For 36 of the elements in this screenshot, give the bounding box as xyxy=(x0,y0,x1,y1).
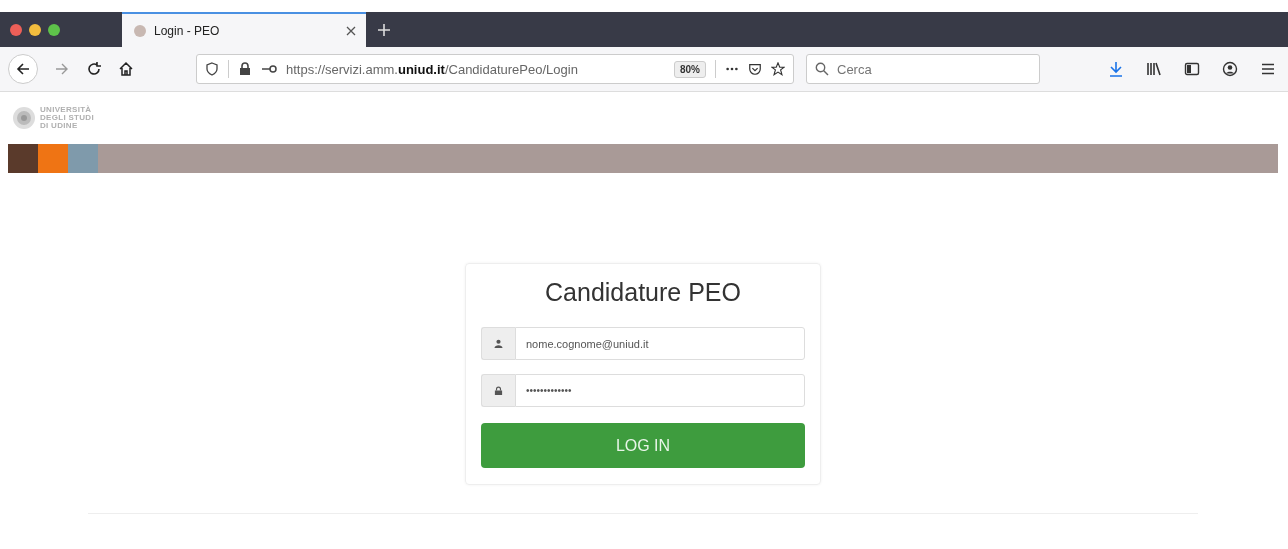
login-title: Candidature PEO xyxy=(544,278,742,307)
search-field[interactable]: Cerca xyxy=(835,60,1031,78)
url-text: https://servizi.amm.uniud.it/CandidaturePeo/Login xyxy=(286,61,579,77)
library-icon[interactable] xyxy=(1146,61,1162,77)
star-icon[interactable] xyxy=(771,62,785,76)
university-seal-icon xyxy=(12,106,36,130)
browser-tab[interactable]: Login - PEO xyxy=(122,12,366,47)
favicon-icon xyxy=(134,24,146,37)
tab-title: Login - PEO xyxy=(154,23,221,38)
back-icon xyxy=(15,61,31,77)
close-icon[interactable] xyxy=(346,25,356,36)
lock-icon xyxy=(238,62,252,76)
lock-icon xyxy=(494,386,503,395)
sidebar-icon[interactable] xyxy=(1184,61,1200,77)
password-field[interactable]: ••••••••••••• xyxy=(515,374,805,407)
maximize-window-icon[interactable] xyxy=(48,23,60,36)
close-window-icon[interactable] xyxy=(10,23,22,36)
forward-icon[interactable] xyxy=(54,61,70,77)
minimize-window-icon[interactable] xyxy=(29,23,41,36)
new-tab-icon[interactable] xyxy=(378,23,390,36)
address-bar[interactable]: https://servizi.amm.uniud.it/CandidaturePeo/Login 80% xyxy=(196,54,794,84)
back-button[interactable] xyxy=(8,54,38,84)
download-icon[interactable] xyxy=(1108,61,1124,77)
reload-icon[interactable] xyxy=(86,61,102,77)
search-icon xyxy=(815,62,829,76)
user-icon xyxy=(494,339,503,348)
username-field[interactable]: nome.cognome@uniud.it xyxy=(515,327,805,360)
home-icon[interactable] xyxy=(118,61,134,77)
key-icon xyxy=(261,64,277,74)
account-icon[interactable] xyxy=(1222,61,1238,77)
menu-icon[interactable] xyxy=(1260,61,1276,77)
pocket-icon[interactable] xyxy=(748,62,762,76)
university-name: UNIVERSITÀ DEGLI STUDI DI UDINE xyxy=(40,106,94,130)
zoom-level-badge[interactable]: 80% xyxy=(674,60,706,78)
shield-icon xyxy=(205,62,219,76)
search-bar[interactable]: Cerca xyxy=(806,54,1040,84)
